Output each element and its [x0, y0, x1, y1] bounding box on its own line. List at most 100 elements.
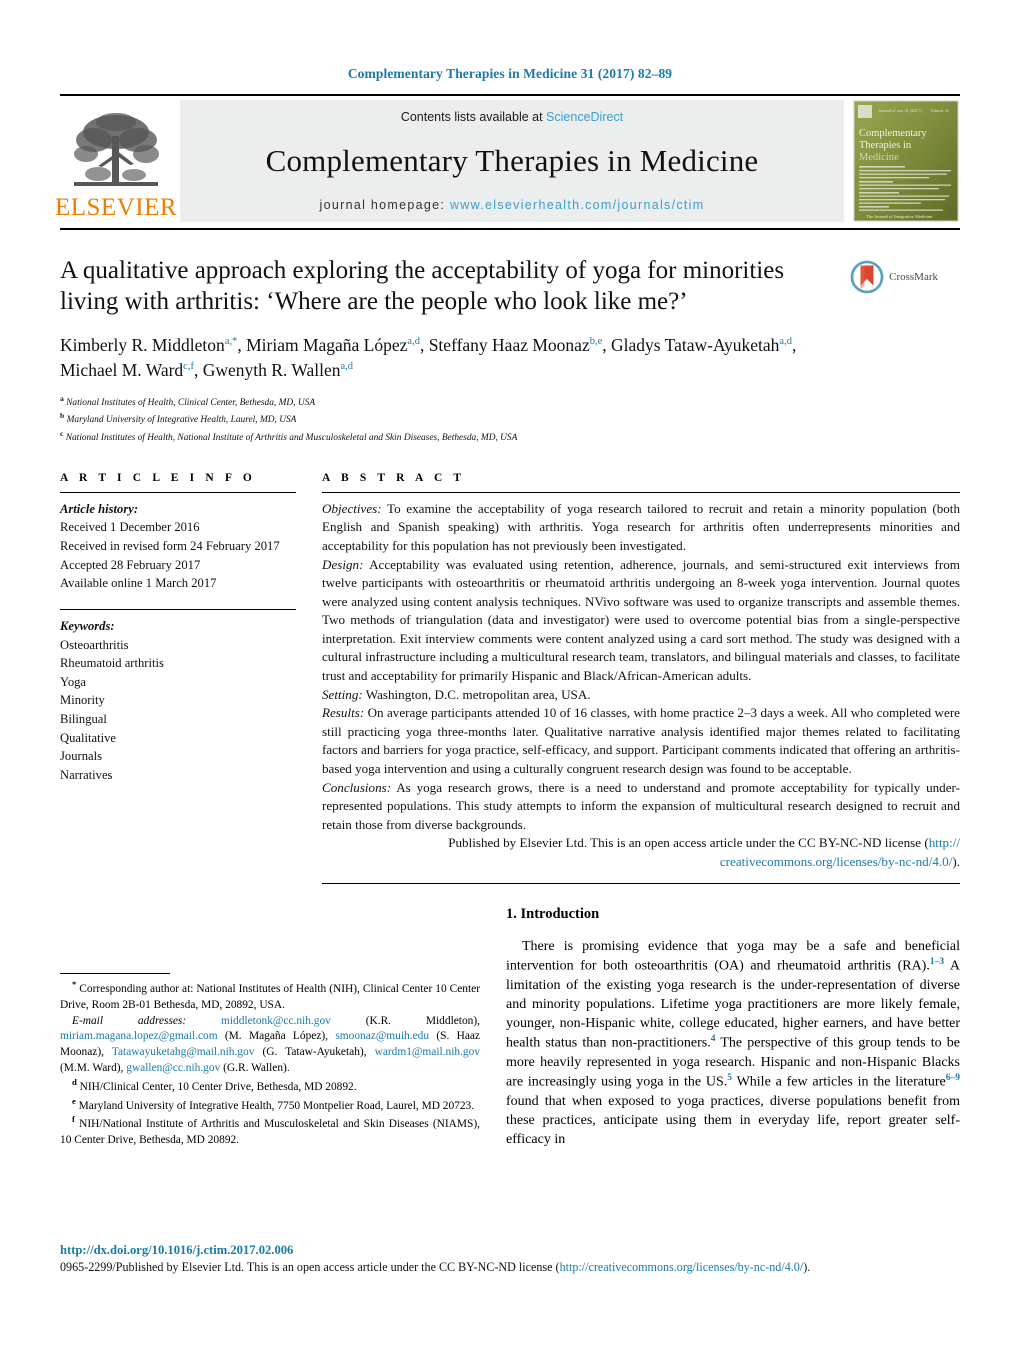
masthead-center: Contents lists available at ScienceDirec… — [180, 100, 844, 222]
homepage-prefix: journal homepage: — [319, 198, 450, 212]
keyword-item: Rheumatoid arthritis — [60, 656, 164, 671]
abstract-design-label: Design: — [322, 556, 364, 572]
footnotes-block: * Corresponding author at: National Inst… — [60, 973, 480, 1149]
history-item: Available online 1 March 2017 — [60, 576, 217, 591]
journal-cover-thumbnail[interactable]: Journal of xxx 31 (2017) Volume 31 Compl… — [852, 100, 960, 222]
masthead-top-rule — [60, 94, 960, 96]
running-head: Complementary Therapies in Medicine 31 (… — [347, 66, 673, 81]
page-footer: http://dx.doi.org/10.1016/j.ctim.2017.02… — [60, 1243, 960, 1275]
abstract-results-text: On average participants attended 10 of 1… — [322, 705, 960, 776]
abstract-conclusions: Conclusions: As yoga research grows, the… — [322, 779, 960, 835]
issn-suffix: ). — [803, 1260, 811, 1274]
footnote-corresponding-author: * Corresponding author at: National Inst… — [60, 979, 480, 1011]
introduction-paragraph: There is promising evidence that yoga ma… — [506, 939, 961, 1147]
abstract-setting-text: Washington, D.C. metropolitan area, USA. — [362, 686, 591, 702]
abstract-design: Design: Acceptability was evaluated usin… — [322, 556, 960, 686]
issn-prefix: 0965-2299/Published by Elsevier Ltd. Thi… — [60, 1260, 560, 1274]
abstract-setting: Setting: Washington, D.C. metropolitan a… — [322, 686, 960, 705]
footnote-note-f: f NIH/National Institute of Arthritis an… — [60, 1114, 480, 1146]
article-info-column: A R T I C L E I N F O Article history: R… — [60, 472, 296, 885]
elsevier-tree-icon — [74, 113, 159, 186]
keyword-item: Yoga — [60, 674, 87, 689]
abstract-rule — [322, 491, 960, 493]
abstract-heading: A B S T R A C T — [322, 471, 466, 484]
abstract-objectives: Objectives: To examine the acceptability… — [322, 500, 960, 556]
abstract-objectives-label: Objectives: — [322, 500, 382, 516]
history-item: Received 1 December 2016 — [60, 520, 200, 535]
affiliation-marker-c: c — [60, 429, 64, 439]
lower-columns: * Corresponding author at: National Inst… — [60, 906, 960, 1148]
abstract-column: A B S T R A C T Objectives: To examine t… — [322, 472, 960, 885]
sciencedirect-link[interactable]: ScienceDirect — [546, 110, 623, 124]
abstract-conclusions-label: Conclusions: — [322, 779, 392, 795]
article-history-block: Article history: Received 1 December 201… — [60, 500, 296, 593]
svg-text:Medicine: Medicine — [859, 152, 899, 163]
contents-available-line: Contents lists available at ScienceDirec… — [401, 110, 623, 124]
history-item: Received in revised form 24 February 201… — [60, 539, 280, 554]
page-title: A qualitative approach exploring the acc… — [60, 257, 785, 315]
abstract-design-text: Acceptability was evaluated using retent… — [322, 556, 960, 684]
crossmark-icon — [850, 260, 884, 294]
info-abstract-region: A R T I C L E I N F O Article history: R… — [60, 472, 960, 885]
doi-link[interactable]: http://dx.doi.org/10.1016/j.ctim.2017.02… — [60, 1243, 960, 1258]
article-info-rule — [60, 491, 296, 493]
title-block: A qualitative approach exploring the acc… — [60, 256, 960, 317]
abstract-setting-label: Setting: — [322, 686, 363, 702]
abstract-objectives-text: To examine the acceptability of yoga res… — [322, 500, 960, 554]
keyword-item: Bilingual — [60, 712, 107, 727]
keywords-label: Keywords: — [60, 618, 115, 633]
affiliation-marker-b: b — [60, 411, 65, 421]
history-item: Accepted 28 February 2017 — [60, 557, 201, 572]
keywords-rule — [60, 608, 296, 610]
license-url-part1: http:// — [928, 835, 960, 851]
keyword-item: Narratives — [60, 767, 113, 782]
contents-prefix: Contents lists available at — [400, 110, 547, 124]
svg-text:Complementary: Complementary — [859, 128, 927, 139]
keywords-block: Keywords: Osteoarthritis Rheumatoid arth… — [60, 617, 296, 785]
footnote-note-e: e Maryland University of Integrative Hea… — [72, 1095, 475, 1112]
svg-text:Journal of xxx 31 (2017): Journal of xxx 31 (2017) — [878, 108, 922, 113]
homepage-url-link[interactable]: www.elsevierhealth.com/journals/ctim — [450, 198, 705, 212]
abstract-results: Results: On average participants attende… — [322, 704, 960, 778]
crossmark-badge[interactable]: CrossMark — [820, 256, 938, 317]
license-url-part2: creativecommons.org/licenses/by-nc-nd/4.… — [719, 853, 953, 869]
affiliation-b: b Maryland University of Integrative Hea… — [60, 410, 960, 428]
svg-text:The Journal of Integrative Med: The Journal of Integrative Medicine — [866, 214, 932, 219]
issn-license-line: 0965-2299/Published by Elsevier Ltd. Thi… — [60, 1260, 960, 1275]
svg-text:Volume 31: Volume 31 — [930, 108, 949, 113]
svg-text:Therapies in: Therapies in — [859, 140, 912, 151]
footnote-rule — [60, 973, 170, 975]
footnote-email-addresses: E-mail addresses: middletonk@cc.nih.gov … — [60, 1014, 481, 1075]
journal-title: Complementary Therapies in Medicine — [265, 143, 759, 178]
crossmark-label: CrossMark — [889, 271, 938, 283]
abstract-bottom-rule — [322, 883, 960, 885]
affiliation-text-b: Maryland University of Integrative Healt… — [66, 415, 297, 426]
license-suffix: ). — [952, 853, 960, 869]
abstract-body: Objectives: To examine the acceptability… — [322, 500, 960, 872]
author-list: Kimberly R. Middletona,*, Miriam Magaña … — [60, 335, 797, 381]
masthead-bottom-rule — [60, 228, 960, 230]
footnote-column: * Corresponding author at: National Inst… — [60, 906, 480, 1148]
title-main: A qualitative approach exploring the acc… — [60, 256, 820, 317]
keyword-item: Osteoarthritis — [60, 637, 129, 652]
license-prefix: Published by Elsevier Ltd. This is an op… — [448, 835, 929, 851]
footnote-note-d: d NIH/Clinical Center, 10 Center Drive, … — [72, 1076, 357, 1093]
journal-cover-image: Journal of xxx 31 (2017) Volume 31 Compl… — [853, 100, 959, 222]
journal-masthead: ELSEVIER Contents lists available at Sci… — [55, 100, 960, 222]
abstract-conclusions-text: As yoga research grows, there is a need … — [322, 779, 960, 832]
affiliation-marker-a: a — [60, 393, 64, 403]
keyword-item: Journals — [60, 749, 102, 764]
paper-page: Complementary Therapies in Medicine 31 (… — [0, 0, 1020, 1351]
affiliation-text-c: National Institutes of Health, National … — [65, 433, 518, 444]
affiliation-list: a National Institutes of Health, Clinica… — [60, 393, 960, 446]
journal-homepage-line: journal homepage: www.elsevierhealth.com… — [320, 198, 705, 212]
article-history-label: Article history: — [60, 501, 139, 516]
affiliation-c: c National Institutes of Health, Nationa… — [60, 428, 960, 446]
introduction-column: 1. Introduction There is promising evide… — [506, 906, 960, 1148]
keyword-item: Minority — [60, 693, 105, 708]
abstract-results-label: Results: — [322, 705, 365, 721]
elsevier-logo: ELSEVIER — [55, 100, 177, 222]
elsevier-wordmark: ELSEVIER — [54, 194, 178, 221]
affiliation-a: a National Institutes of Health, Clinica… — [60, 393, 960, 411]
issn-license-link[interactable]: http://creativecommons.org/licenses/by-n… — [560, 1260, 804, 1274]
